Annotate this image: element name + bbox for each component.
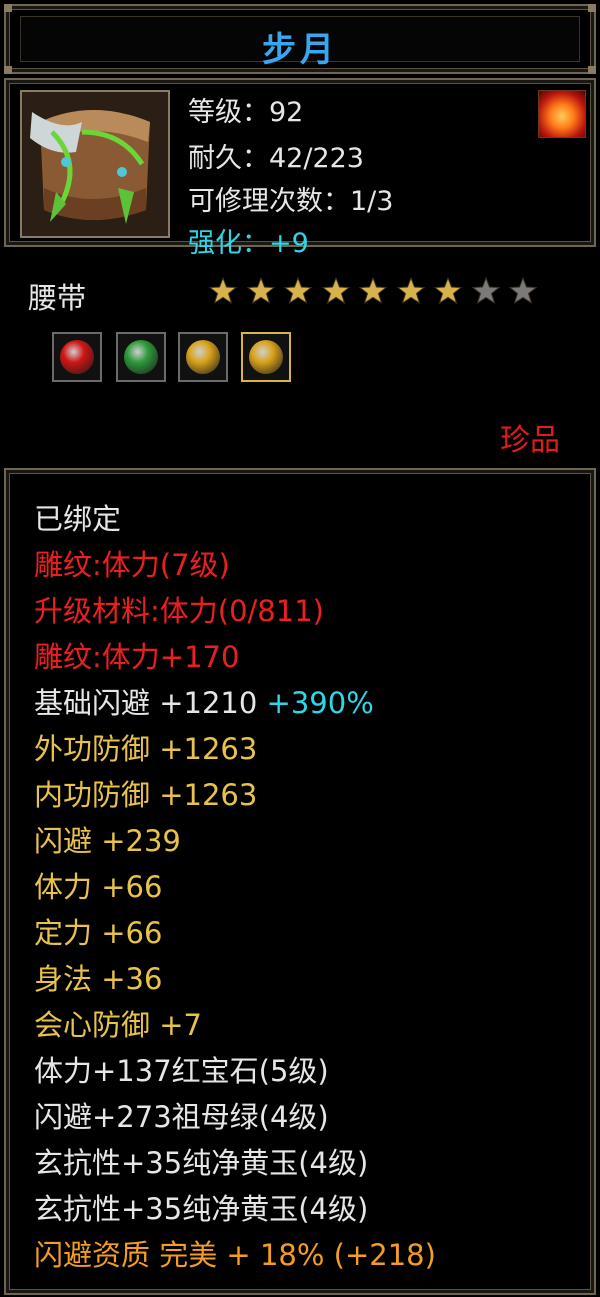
crit-defense-stat: 会心防御 +7 [34, 1008, 202, 1042]
item-repair-count: 可修理次数：1/3 [188, 186, 394, 217]
outer-defense: 外功防御 +1263 [34, 732, 258, 766]
gem-stone [186, 340, 220, 374]
yellow-jade-gem-icon[interactable] [178, 332, 228, 382]
item-type: 腰带 [28, 281, 87, 315]
star-empty-icon [471, 276, 501, 306]
fire-element-icon[interactable] [538, 90, 586, 138]
star-filled-icon [396, 276, 426, 306]
attributes-panel: 已绑定 雕纹:体力(7级) 升级材料:体力(0/811) 雕纹:体力+170 基… [4, 468, 596, 1295]
star-filled-icon [283, 276, 313, 306]
base-dodge-value: 基础闪避 +1210 [34, 686, 258, 720]
gem-stone [124, 340, 158, 374]
gem-stone [60, 340, 94, 374]
item-enhance: 强化：+9 [188, 228, 309, 259]
base-dodge-bonus: +390% [266, 686, 374, 720]
star-filled-icon [246, 276, 276, 306]
stamina-stat: 体力 +66 [34, 870, 163, 904]
star-filled-icon [321, 276, 351, 306]
gem-bonus-3: 玄抗性+35纯净黄玉(4级) [34, 1146, 369, 1180]
gem-bonus-2: 闪避+273祖母绿(4级) [34, 1100, 329, 1134]
gem-bonus-1: 体力+137红宝石(5级) [34, 1054, 329, 1088]
base-dodge: 基础闪避 +1210 +390% [34, 686, 374, 720]
emerald-gem-icon[interactable] [116, 332, 166, 382]
star-empty-icon [508, 276, 538, 306]
dodge-quality: 闪避资质 完美 + 18% (+218) [34, 1238, 436, 1272]
item-header: 等级：92 耐久：42/223 可修理次数：1/3 强化：+9 [4, 78, 596, 259]
focus-stat: 定力 +66 [34, 916, 163, 950]
item-level: 等级：92 [188, 97, 304, 128]
agility-stat: 身法 +36 [34, 962, 163, 996]
yellow-jade-gem-icon[interactable] [241, 332, 291, 382]
gem-bonus-4: 玄抗性+35纯净黄玉(4级) [34, 1192, 369, 1226]
item-durability: 耐久：42/223 [188, 143, 364, 174]
inner-defense: 内功防御 +1263 [34, 778, 258, 812]
dodge-stat: 闪避 +239 [34, 824, 181, 858]
item-title-bar: 步月 [4, 4, 596, 74]
star-filled-icon [358, 276, 388, 306]
star-filled-icon [208, 276, 238, 306]
rarity-label: 珍品 [500, 423, 560, 458]
carve-level: 雕纹:体力(7级) [34, 548, 230, 582]
belt-icon[interactable] [20, 90, 170, 238]
bound-status: 已绑定 [34, 502, 122, 536]
gem-stone [249, 340, 283, 374]
carve-bonus: 雕纹:体力+170 [34, 640, 240, 674]
ruby-gem-icon[interactable] [52, 332, 102, 382]
upgrade-material: 升级材料:体力(0/811) [34, 594, 324, 628]
item-name: 步月 [262, 30, 338, 70]
star-filled-icon [433, 276, 463, 306]
